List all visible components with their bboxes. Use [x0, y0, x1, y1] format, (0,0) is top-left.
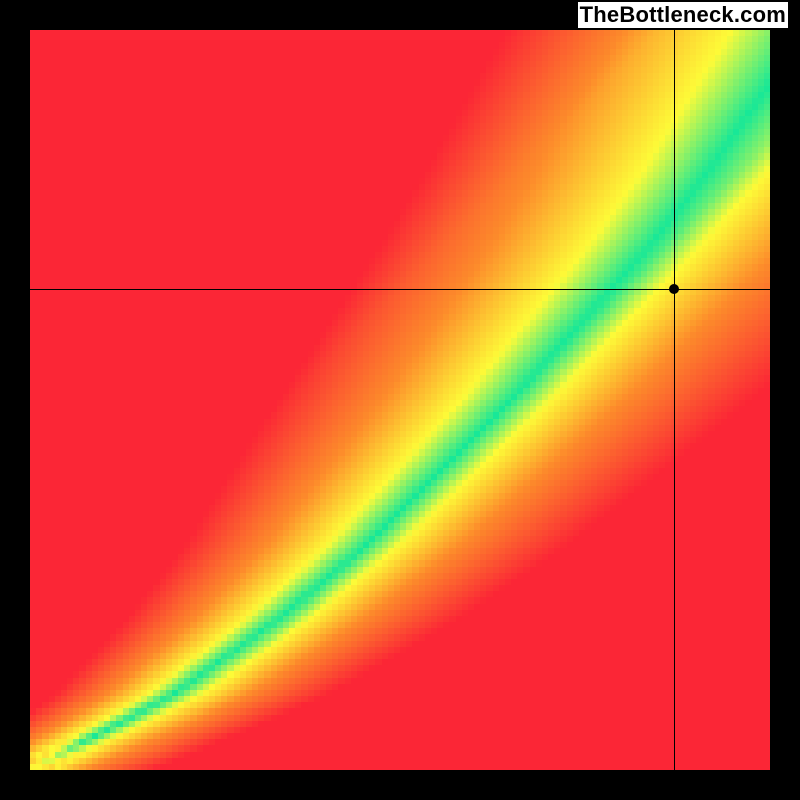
marker-dot: [669, 284, 679, 294]
chart-stage: TheBottleneck.com: [0, 0, 800, 800]
crosshair-horizontal: [30, 289, 770, 290]
watermark-text: TheBottleneck.com: [578, 2, 788, 28]
heatmap-canvas: [30, 30, 770, 770]
crosshair-vertical: [674, 30, 675, 770]
heatmap-plot: [30, 30, 770, 770]
